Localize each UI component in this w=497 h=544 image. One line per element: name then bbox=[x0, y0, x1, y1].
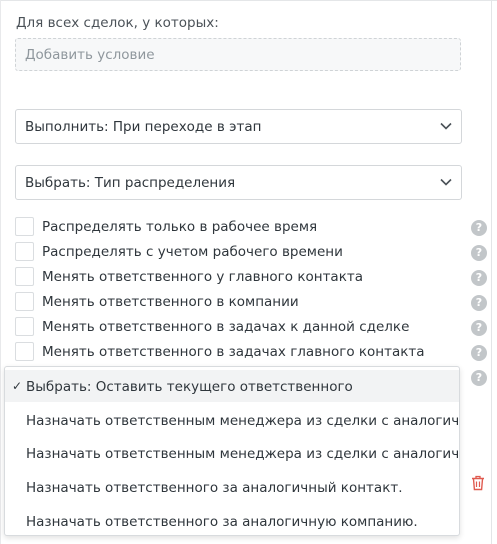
dropdown-item-similar-company-deal-manager[interactable]: Назначать ответственным менеджера из сде… bbox=[5, 437, 460, 469]
option-label: Менять ответственного в задачах к данной… bbox=[42, 319, 410, 335]
help-icon[interactable]: ? bbox=[471, 295, 487, 311]
checkbox[interactable] bbox=[15, 292, 34, 311]
chevron-down-icon bbox=[440, 178, 452, 186]
option-company-owner: Менять ответственного в компании bbox=[15, 292, 475, 312]
checkbox[interactable] bbox=[15, 267, 34, 286]
help-icon[interactable]: ? bbox=[471, 320, 487, 336]
option-main-contact-owner: Менять ответственного у главного контакт… bbox=[15, 267, 475, 287]
checkbox[interactable] bbox=[15, 242, 34, 261]
dropdown-item-similar-company-owner[interactable]: Назначать ответственного за аналогичную … bbox=[5, 505, 459, 535]
option-label: Менять ответственного в компании bbox=[42, 294, 299, 310]
top-divider bbox=[0, 0, 497, 1]
dropdown-item-similar-contact-deal-manager[interactable]: Назначать ответственным менеджера из сде… bbox=[5, 404, 460, 436]
check-icon: ✓ bbox=[12, 379, 23, 393]
option-label: Менять ответственного у главного контакт… bbox=[42, 269, 363, 285]
dropdown-item-label: Назначать ответственного за аналогичную … bbox=[26, 514, 418, 530]
dropdown-item-similar-contact-owner[interactable]: Назначать ответственного за аналогичный … bbox=[5, 471, 459, 503]
conditions-label: Для всех сделок, у которых: bbox=[16, 15, 219, 31]
help-icon[interactable]: ? bbox=[471, 220, 487, 236]
dropdown-item-keep-current[interactable]: ✓ Выбрать: Оставить текущего ответственн… bbox=[5, 370, 459, 402]
option-account-working-time: Распределять с учетом рабочего времени bbox=[15, 242, 475, 262]
execute-select-value: Выполнить: При переходе в этап bbox=[25, 119, 262, 135]
option-label: Распределять только в рабочее время bbox=[42, 219, 318, 235]
option-working-hours-only: Распределять только в рабочее время bbox=[15, 217, 475, 237]
option-label: Распределять с учетом рабочего времени bbox=[42, 244, 343, 260]
checkbox[interactable] bbox=[15, 317, 34, 336]
option-main-contact-tasks-owner: Менять ответственного в задачах главного… bbox=[15, 342, 475, 362]
help-icon[interactable]: ? bbox=[471, 270, 487, 286]
option-label: Менять ответственного в задачах главного… bbox=[42, 344, 425, 360]
dropdown-item-label: Назначать ответственным менеджера из сде… bbox=[26, 446, 460, 462]
trash-icon[interactable] bbox=[471, 475, 485, 491]
dropdown-item-label: Назначать ответственного за аналогичный … bbox=[26, 480, 403, 496]
add-condition-placeholder: Добавить условие bbox=[25, 47, 155, 63]
distribution-type-select-value: Выбрать: Тип распределения bbox=[25, 175, 236, 191]
dropdown-item-label: Выбрать: Оставить текущего ответственног… bbox=[26, 379, 353, 395]
help-icon[interactable]: ? bbox=[471, 370, 487, 386]
checkbox[interactable] bbox=[15, 217, 34, 236]
right-divider bbox=[491, 0, 492, 544]
help-icon[interactable]: ? bbox=[471, 345, 487, 361]
left-divider bbox=[0, 0, 1, 544]
help-icon[interactable]: ? bbox=[471, 245, 487, 261]
responsible-dropdown: ✓ Выбрать: Оставить текущего ответственн… bbox=[4, 366, 460, 536]
chevron-down-icon bbox=[440, 122, 452, 130]
checkbox[interactable] bbox=[15, 342, 34, 361]
execute-select[interactable]: Выполнить: При переходе в этап bbox=[15, 109, 462, 144]
add-condition-field[interactable]: Добавить условие bbox=[15, 38, 461, 71]
distribution-type-select[interactable]: Выбрать: Тип распределения bbox=[15, 165, 462, 200]
dropdown-item-label: Назначать ответственным менеджера из сде… bbox=[26, 413, 460, 429]
option-deal-tasks-owner: Менять ответственного в задачах к данной… bbox=[15, 317, 475, 337]
